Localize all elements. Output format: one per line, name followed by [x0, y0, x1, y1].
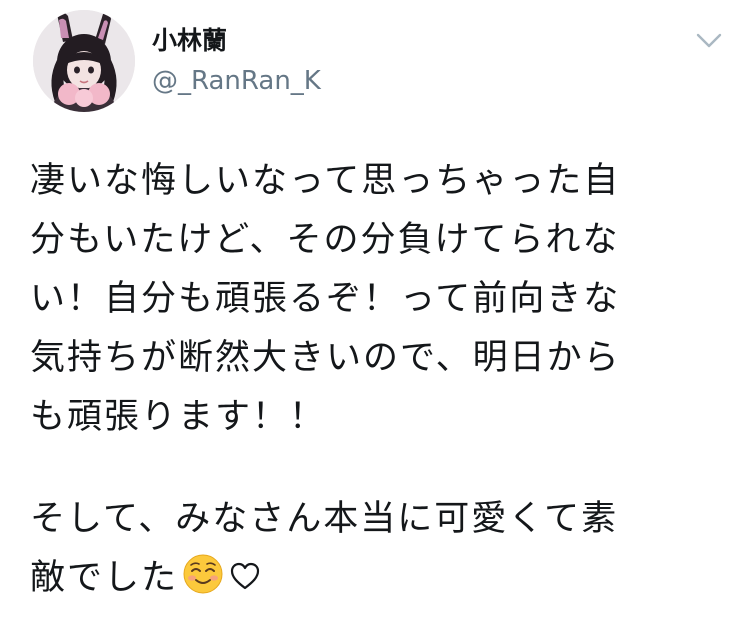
profile-photo-icon	[33, 10, 135, 112]
tweet-text-paragraph-1: 凄いな悔しいなって思っちゃった自 分もいたけど、その分負けてられな い！自分も頑張る…	[30, 152, 720, 447]
smiling-face-emoji-icon	[182, 553, 224, 595]
author-display-name[interactable]: 小林蘭	[152, 24, 227, 58]
tweet: 小林蘭 @_RanRan_K 凄いな悔しいなって思っちゃった自 分もいたけど、その…	[0, 0, 750, 620]
avatar[interactable]	[33, 10, 135, 112]
tweet-text-line: 分もいたけど、その分負けてられな	[30, 220, 620, 260]
tweet-text-line: 気持ちが断然大きいので、明日から	[30, 338, 621, 378]
tweet-text-line: 凄いな悔しいなって思っちゃった自	[30, 161, 621, 201]
author-handle[interactable]: @_RanRan_K	[152, 64, 321, 98]
tweet-text-fragment: 敵でした	[30, 558, 179, 598]
tweet-text-line: そして、みなさん本当に可愛くて素	[30, 499, 619, 539]
tweet-text-line-last: 敵でした	[30, 549, 720, 608]
tweet-text-line: い！自分も頑張るぞ！って前向きな	[30, 279, 621, 319]
chevron-down-icon[interactable]	[692, 28, 726, 54]
tweet-text-paragraph-2: そして、みなさん本当に可愛くて素 敵でした	[30, 490, 720, 608]
tweet-text-line: も頑張ります！！	[30, 397, 327, 437]
heart-outline-icon	[228, 553, 262, 590]
